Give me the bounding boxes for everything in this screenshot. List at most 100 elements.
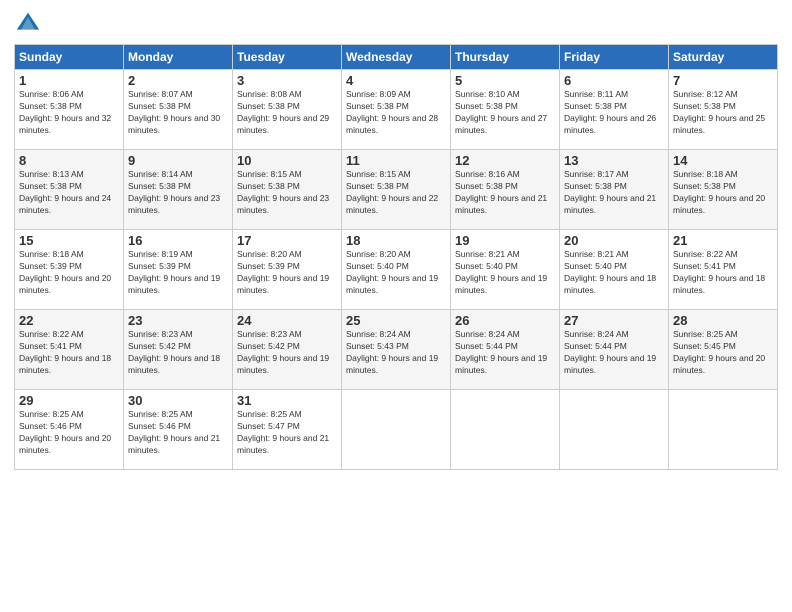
col-header-friday: Friday [560,45,669,70]
day-info: Sunrise: 8:25 AMSunset: 5:45 PMDaylight:… [673,329,773,377]
calendar-cell: 27Sunrise: 8:24 AMSunset: 5:44 PMDayligh… [560,310,669,390]
day-info: Sunrise: 8:20 AMSunset: 5:40 PMDaylight:… [346,249,446,297]
day-number: 29 [19,393,119,408]
week-row-4: 22Sunrise: 8:22 AMSunset: 5:41 PMDayligh… [15,310,778,390]
day-info: Sunrise: 8:09 AMSunset: 5:38 PMDaylight:… [346,89,446,137]
day-number: 3 [237,73,337,88]
calendar-cell: 22Sunrise: 8:22 AMSunset: 5:41 PMDayligh… [15,310,124,390]
day-info: Sunrise: 8:13 AMSunset: 5:38 PMDaylight:… [19,169,119,217]
calendar-cell: 19Sunrise: 8:21 AMSunset: 5:40 PMDayligh… [451,230,560,310]
day-number: 26 [455,313,555,328]
day-info: Sunrise: 8:08 AMSunset: 5:38 PMDaylight:… [237,89,337,137]
day-number: 14 [673,153,773,168]
day-info: Sunrise: 8:15 AMSunset: 5:38 PMDaylight:… [346,169,446,217]
calendar-cell [560,390,669,470]
day-info: Sunrise: 8:23 AMSunset: 5:42 PMDaylight:… [128,329,228,377]
calendar-cell: 29Sunrise: 8:25 AMSunset: 5:46 PMDayligh… [15,390,124,470]
calendar-cell: 23Sunrise: 8:23 AMSunset: 5:42 PMDayligh… [124,310,233,390]
calendar-cell [669,390,778,470]
page-container: SundayMondayTuesdayWednesdayThursdayFrid… [0,0,792,480]
day-info: Sunrise: 8:16 AMSunset: 5:38 PMDaylight:… [455,169,555,217]
day-number: 22 [19,313,119,328]
calendar-header-row: SundayMondayTuesdayWednesdayThursdayFrid… [15,45,778,70]
week-row-2: 8Sunrise: 8:13 AMSunset: 5:38 PMDaylight… [15,150,778,230]
col-header-wednesday: Wednesday [342,45,451,70]
day-info: Sunrise: 8:23 AMSunset: 5:42 PMDaylight:… [237,329,337,377]
calendar-cell: 16Sunrise: 8:19 AMSunset: 5:39 PMDayligh… [124,230,233,310]
calendar-cell: 28Sunrise: 8:25 AMSunset: 5:45 PMDayligh… [669,310,778,390]
day-info: Sunrise: 8:10 AMSunset: 5:38 PMDaylight:… [455,89,555,137]
calendar-cell: 25Sunrise: 8:24 AMSunset: 5:43 PMDayligh… [342,310,451,390]
calendar-cell: 17Sunrise: 8:20 AMSunset: 5:39 PMDayligh… [233,230,342,310]
calendar-cell: 10Sunrise: 8:15 AMSunset: 5:38 PMDayligh… [233,150,342,230]
day-number: 21 [673,233,773,248]
day-number: 6 [564,73,664,88]
calendar-cell: 21Sunrise: 8:22 AMSunset: 5:41 PMDayligh… [669,230,778,310]
calendar-cell: 8Sunrise: 8:13 AMSunset: 5:38 PMDaylight… [15,150,124,230]
week-row-1: 1Sunrise: 8:06 AMSunset: 5:38 PMDaylight… [15,70,778,150]
day-number: 23 [128,313,228,328]
calendar-cell: 14Sunrise: 8:18 AMSunset: 5:38 PMDayligh… [669,150,778,230]
day-number: 20 [564,233,664,248]
day-info: Sunrise: 8:06 AMSunset: 5:38 PMDaylight:… [19,89,119,137]
week-row-5: 29Sunrise: 8:25 AMSunset: 5:46 PMDayligh… [15,390,778,470]
day-number: 8 [19,153,119,168]
calendar-cell: 20Sunrise: 8:21 AMSunset: 5:40 PMDayligh… [560,230,669,310]
calendar-cell: 30Sunrise: 8:25 AMSunset: 5:46 PMDayligh… [124,390,233,470]
calendar-cell [342,390,451,470]
calendar-body: 1Sunrise: 8:06 AMSunset: 5:38 PMDaylight… [15,70,778,470]
header [14,10,778,38]
col-header-thursday: Thursday [451,45,560,70]
calendar-cell: 15Sunrise: 8:18 AMSunset: 5:39 PMDayligh… [15,230,124,310]
day-info: Sunrise: 8:25 AMSunset: 5:46 PMDaylight:… [19,409,119,457]
day-number: 11 [346,153,446,168]
calendar-cell: 18Sunrise: 8:20 AMSunset: 5:40 PMDayligh… [342,230,451,310]
day-number: 16 [128,233,228,248]
calendar-cell: 9Sunrise: 8:14 AMSunset: 5:38 PMDaylight… [124,150,233,230]
day-number: 1 [19,73,119,88]
col-header-saturday: Saturday [669,45,778,70]
day-number: 10 [237,153,337,168]
day-number: 2 [128,73,228,88]
day-info: Sunrise: 8:11 AMSunset: 5:38 PMDaylight:… [564,89,664,137]
day-info: Sunrise: 8:07 AMSunset: 5:38 PMDaylight:… [128,89,228,137]
day-number: 24 [237,313,337,328]
day-number: 4 [346,73,446,88]
day-info: Sunrise: 8:18 AMSunset: 5:39 PMDaylight:… [19,249,119,297]
calendar-cell: 11Sunrise: 8:15 AMSunset: 5:38 PMDayligh… [342,150,451,230]
calendar-table: SundayMondayTuesdayWednesdayThursdayFrid… [14,44,778,470]
day-info: Sunrise: 8:25 AMSunset: 5:46 PMDaylight:… [128,409,228,457]
week-row-3: 15Sunrise: 8:18 AMSunset: 5:39 PMDayligh… [15,230,778,310]
calendar-cell: 31Sunrise: 8:25 AMSunset: 5:47 PMDayligh… [233,390,342,470]
day-number: 30 [128,393,228,408]
day-number: 28 [673,313,773,328]
day-number: 17 [237,233,337,248]
day-info: Sunrise: 8:24 AMSunset: 5:44 PMDaylight:… [455,329,555,377]
day-number: 15 [19,233,119,248]
calendar-cell: 1Sunrise: 8:06 AMSunset: 5:38 PMDaylight… [15,70,124,150]
day-info: Sunrise: 8:17 AMSunset: 5:38 PMDaylight:… [564,169,664,217]
calendar-cell: 13Sunrise: 8:17 AMSunset: 5:38 PMDayligh… [560,150,669,230]
day-number: 12 [455,153,555,168]
day-info: Sunrise: 8:12 AMSunset: 5:38 PMDaylight:… [673,89,773,137]
day-number: 31 [237,393,337,408]
day-number: 18 [346,233,446,248]
day-info: Sunrise: 8:24 AMSunset: 5:43 PMDaylight:… [346,329,446,377]
col-header-monday: Monday [124,45,233,70]
logo [14,10,46,38]
col-header-tuesday: Tuesday [233,45,342,70]
day-number: 9 [128,153,228,168]
day-number: 5 [455,73,555,88]
calendar-cell [451,390,560,470]
day-info: Sunrise: 8:14 AMSunset: 5:38 PMDaylight:… [128,169,228,217]
day-info: Sunrise: 8:25 AMSunset: 5:47 PMDaylight:… [237,409,337,457]
day-info: Sunrise: 8:19 AMSunset: 5:39 PMDaylight:… [128,249,228,297]
day-number: 7 [673,73,773,88]
calendar-cell: 4Sunrise: 8:09 AMSunset: 5:38 PMDaylight… [342,70,451,150]
day-info: Sunrise: 8:24 AMSunset: 5:44 PMDaylight:… [564,329,664,377]
calendar-cell: 3Sunrise: 8:08 AMSunset: 5:38 PMDaylight… [233,70,342,150]
day-info: Sunrise: 8:22 AMSunset: 5:41 PMDaylight:… [19,329,119,377]
day-info: Sunrise: 8:15 AMSunset: 5:38 PMDaylight:… [237,169,337,217]
calendar-cell: 7Sunrise: 8:12 AMSunset: 5:38 PMDaylight… [669,70,778,150]
day-info: Sunrise: 8:21 AMSunset: 5:40 PMDaylight:… [564,249,664,297]
